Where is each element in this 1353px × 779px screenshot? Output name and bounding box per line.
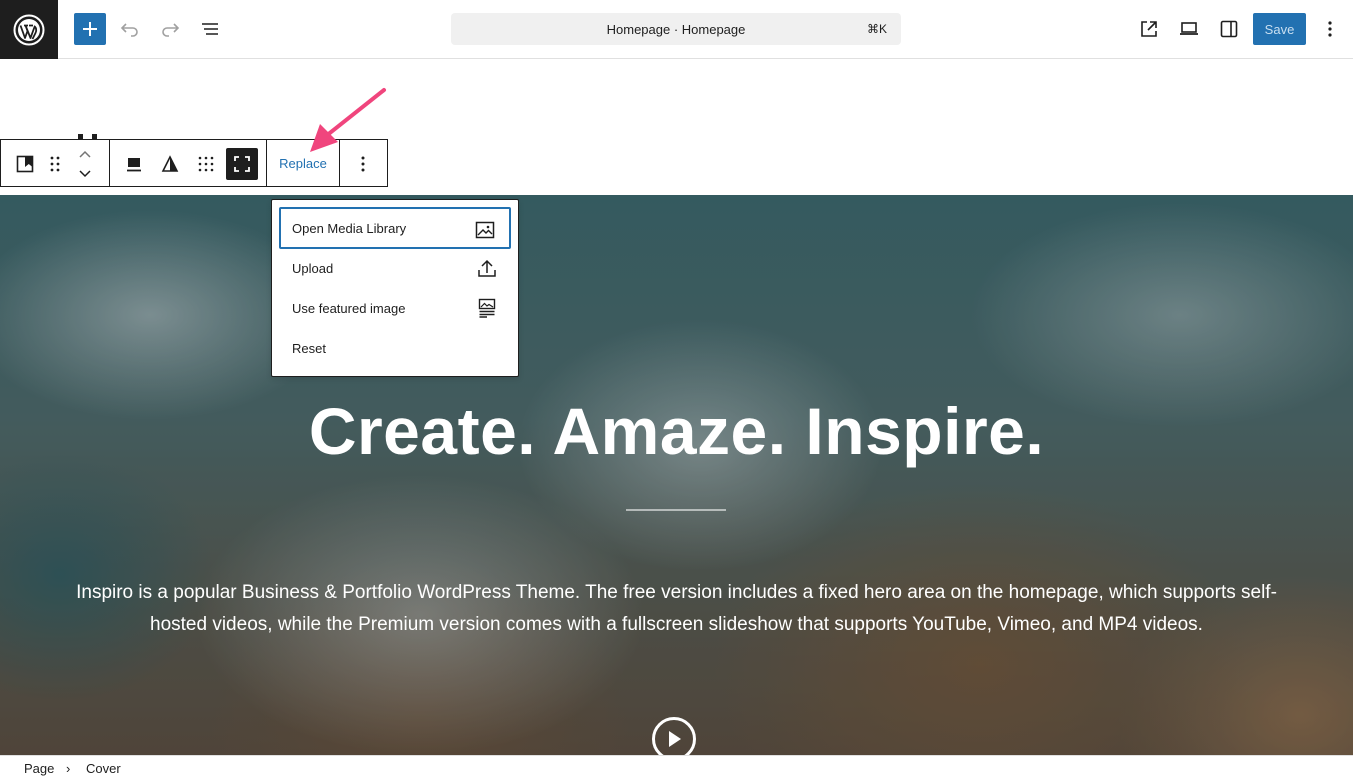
move-block-buttons[interactable] <box>69 146 101 182</box>
open-media-library-item[interactable]: Open Media Library <box>279 207 511 249</box>
block-breadcrumb: Page › Cover <box>0 755 1353 779</box>
command-shortcut: ⌘K <box>866 22 887 36</box>
grid-dots-icon <box>198 156 214 172</box>
breadcrumb-item-page[interactable]: Page <box>24 761 54 776</box>
editor-header: Homepage · Homepage ⌘K Save <box>0 0 1353 59</box>
fullscreen-icon <box>234 156 250 172</box>
annotation-arrow-icon <box>310 88 386 152</box>
settings-sidebar-button[interactable] <box>1213 13 1245 45</box>
content-position-button[interactable] <box>118 148 150 180</box>
breadcrumb-separator: › <box>66 761 71 776</box>
menu-item-label: Open Media Library <box>292 220 407 236</box>
play-video-button[interactable] <box>652 717 696 755</box>
wordpress-logo-button[interactable] <box>0 0 58 59</box>
cover-description[interactable]: Inspiro is a popular Business & Portfoli… <box>70 577 1283 641</box>
play-icon <box>669 731 681 747</box>
toolbar-divider <box>109 140 110 186</box>
device-preview-button[interactable] <box>1173 13 1205 45</box>
menu-item-label: Upload <box>292 260 334 276</box>
menu-item-label: Use featured image <box>292 300 406 316</box>
contrast-icon <box>161 155 179 172</box>
chevron-up-down-icon <box>79 150 91 178</box>
upload-icon <box>478 259 496 277</box>
replace-media-menu: Open Media Library Upload Use featured i… <box>271 199 519 377</box>
external-link-icon <box>1141 21 1157 37</box>
cover-block[interactable]: Create. Amaze. Inspire. Inspiro is a pop… <box>0 195 1353 755</box>
toggle-full-height-button[interactable] <box>226 148 258 180</box>
reset-item[interactable]: Reset <box>279 327 511 369</box>
featured-image-icon <box>478 298 496 318</box>
redo-button[interactable] <box>154 13 186 45</box>
plus-icon <box>83 22 97 36</box>
cover-separator <box>626 509 726 511</box>
view-page-button[interactable] <box>1133 13 1165 45</box>
more-vertical-icon <box>1328 21 1332 37</box>
drag-icon <box>50 156 60 172</box>
cover-overlay <box>0 195 1353 755</box>
add-block-button[interactable] <box>74 13 106 45</box>
cover-heading[interactable]: Create. Amaze. Inspire. <box>0 393 1353 469</box>
laptop-icon <box>1180 22 1198 35</box>
wordpress-logo-icon <box>13 14 45 45</box>
duotone-button[interactable] <box>154 148 186 180</box>
position-icon <box>127 158 141 172</box>
image-icon <box>475 221 495 239</box>
change-alignment-button[interactable] <box>190 148 222 180</box>
block-type-button[interactable] <box>9 148 41 180</box>
options-menu-button[interactable] <box>1314 13 1346 45</box>
save-button[interactable]: Save <box>1253 13 1306 45</box>
drag-handle[interactable] <box>39 148 71 180</box>
undo-button[interactable] <box>114 13 146 45</box>
breadcrumb-item-cover[interactable]: Cover <box>86 761 121 776</box>
redo-icon <box>162 23 180 37</box>
list-view-icon <box>202 23 218 35</box>
undo-icon <box>120 23 138 37</box>
sidebar-icon <box>1220 20 1238 38</box>
document-title: Homepage · Homepage <box>606 21 746 37</box>
upload-item[interactable]: Upload <box>279 247 511 289</box>
command-palette-bar[interactable]: Homepage · Homepage ⌘K <box>451 13 901 45</box>
use-featured-image-item[interactable]: Use featured image <box>279 287 511 329</box>
cover-block-icon <box>16 155 34 173</box>
document-overview-button[interactable] <box>194 13 226 45</box>
menu-item-label: Reset <box>292 340 326 356</box>
